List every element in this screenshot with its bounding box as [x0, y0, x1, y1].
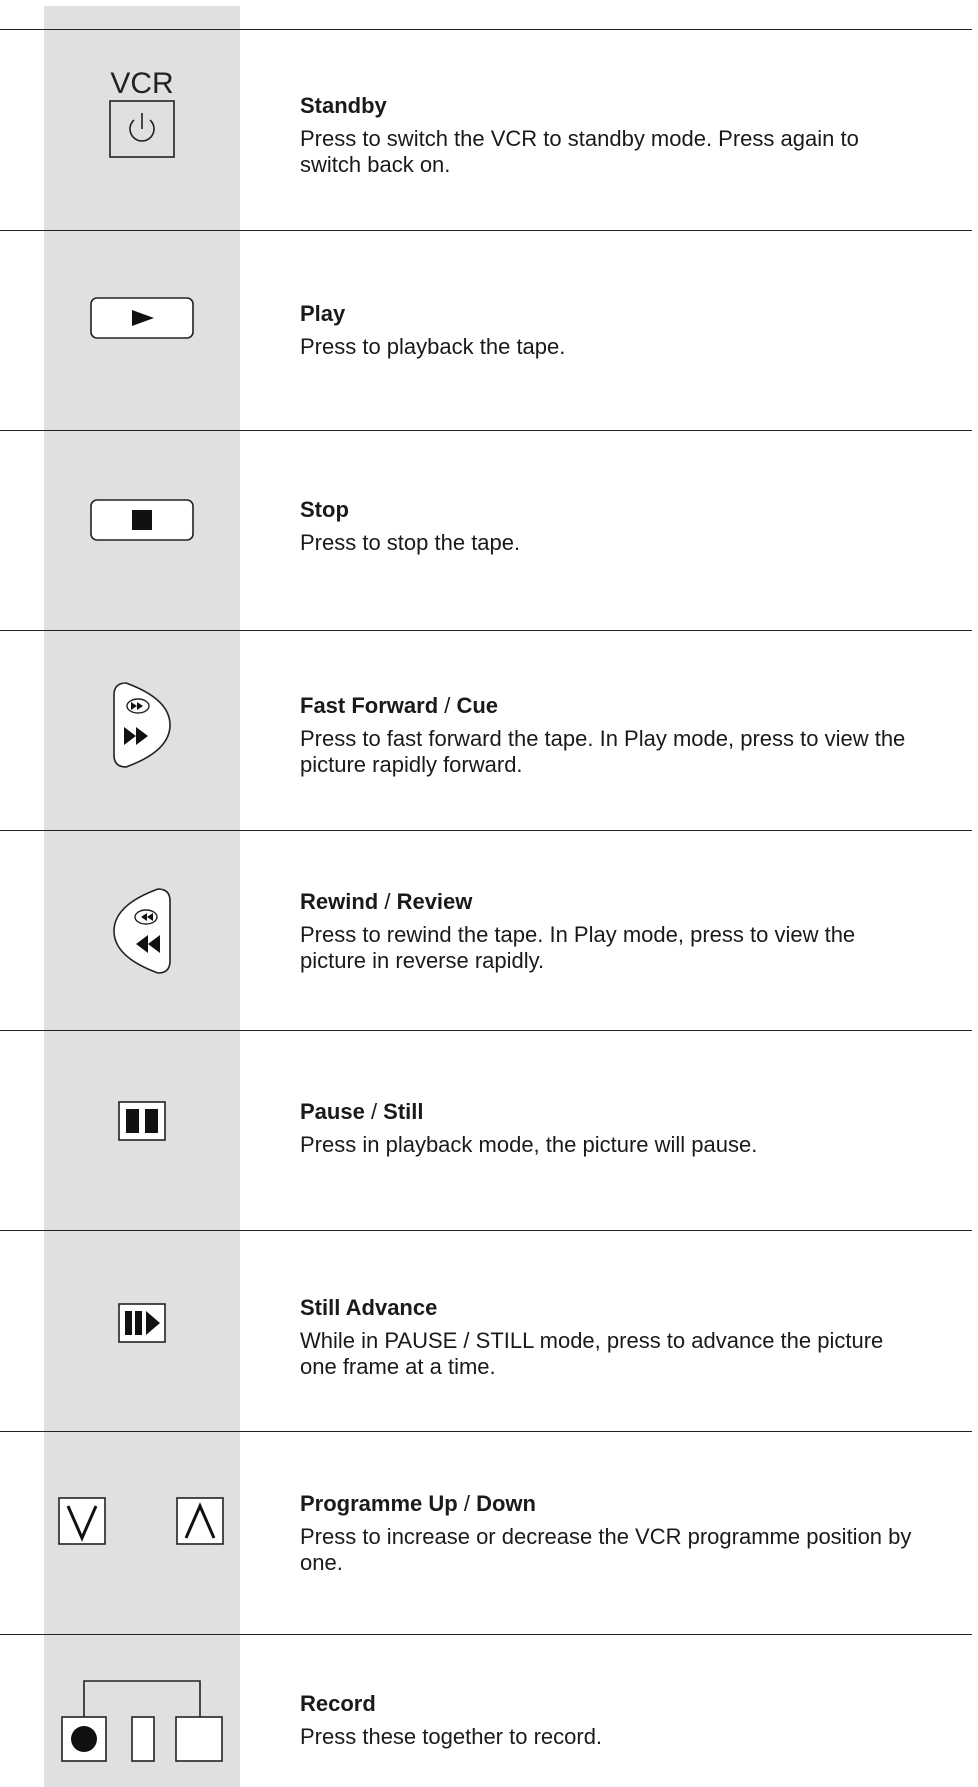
divider: [0, 1030, 972, 1031]
title-separator: /: [457, 1491, 477, 1516]
divider: [0, 29, 972, 30]
play-icon: [90, 297, 194, 339]
still-advance-button-graphic: [44, 1298, 240, 1348]
pause-icon: [118, 1101, 166, 1141]
standby-button-graphic: VCR: [44, 58, 240, 168]
entry-description: While in PAUSE / STILL mode, press to ad…: [300, 1328, 884, 1379]
rewind-button-graphic: [44, 886, 240, 976]
entry-title: Play: [300, 301, 346, 326]
pause-entry: Pause / Still Press in playback mode, th…: [300, 1098, 920, 1158]
title-separator: /: [378, 889, 397, 914]
divider: [0, 430, 972, 431]
programme-up-down-icon: [58, 1497, 224, 1545]
entry-description: Press in playback mode, the picture will…: [300, 1132, 758, 1157]
divider: [0, 1634, 972, 1635]
fast-forward-icon: [113, 682, 171, 768]
play-entry: Play Press to playback the tape.: [300, 300, 920, 360]
entry-description: Press to stop the tape.: [300, 530, 521, 555]
power-icon: VCR: [109, 67, 175, 158]
record-entry: Record Press these together to record.: [300, 1690, 920, 1750]
divider: [0, 830, 972, 831]
divider: [0, 630, 972, 631]
stop-button-graphic: [44, 490, 240, 550]
entry-title: Rewind: [300, 889, 379, 914]
rewind-icon: [113, 888, 171, 974]
programme-buttons-graphic: [0, 1494, 240, 1550]
entry-title: Record: [300, 1691, 376, 1716]
pause-button-graphic: [44, 1096, 240, 1146]
fast-forward-button-graphic: [44, 680, 240, 770]
divider: [0, 230, 972, 231]
stop-entry: Stop Press to stop the tape.: [300, 496, 920, 556]
standby-entry: Standby Press to switch the VCR to stand…: [300, 92, 920, 178]
entry-title: Fast Forward: [300, 693, 439, 718]
title-separator: /: [438, 693, 457, 718]
entry-description: Press to increase or decrease the VCR pr…: [300, 1524, 912, 1575]
entry-description: Press to rewind the tape. In Play mode, …: [300, 922, 856, 973]
rewind-entry: Rewind / Review Press to rewind the tape…: [300, 888, 920, 974]
vcr-label: VCR: [110, 67, 173, 100]
record-icon: [61, 1680, 223, 1762]
entry-title-alt: Cue: [456, 693, 499, 718]
entry-description: Press these together to record.: [300, 1724, 603, 1749]
divider: [0, 1431, 972, 1432]
entry-title: Pause: [300, 1099, 365, 1124]
programme-entry: Programme Up / Down Press to increase or…: [300, 1490, 920, 1576]
divider: [0, 1230, 972, 1231]
record-buttons-graphic: [0, 1678, 240, 1768]
entry-title: Still Advance: [300, 1295, 438, 1320]
entry-title-alt: Review: [396, 889, 473, 914]
entry-title: Programme Up: [300, 1491, 458, 1516]
entry-description: Press to fast forward the tape. In Play …: [300, 726, 906, 777]
entry-title: Standby: [300, 93, 387, 118]
entry-title-alt: Still: [383, 1099, 424, 1124]
play-button-graphic: [44, 288, 240, 348]
title-separator: /: [364, 1099, 384, 1124]
entry-title-alt: Down: [476, 1491, 536, 1516]
entry-description: Press to playback the tape.: [300, 334, 566, 359]
entry-title: Stop: [300, 497, 349, 522]
fast-forward-entry: Fast Forward / Cue Press to fast forward…: [300, 692, 920, 778]
still-advance-entry: Still Advance While in PAUSE / STILL mod…: [300, 1294, 920, 1380]
still-advance-icon: [118, 1303, 166, 1343]
entry-description: Press to switch the VCR to standby mode.…: [300, 126, 859, 177]
stop-icon: [90, 499, 194, 541]
